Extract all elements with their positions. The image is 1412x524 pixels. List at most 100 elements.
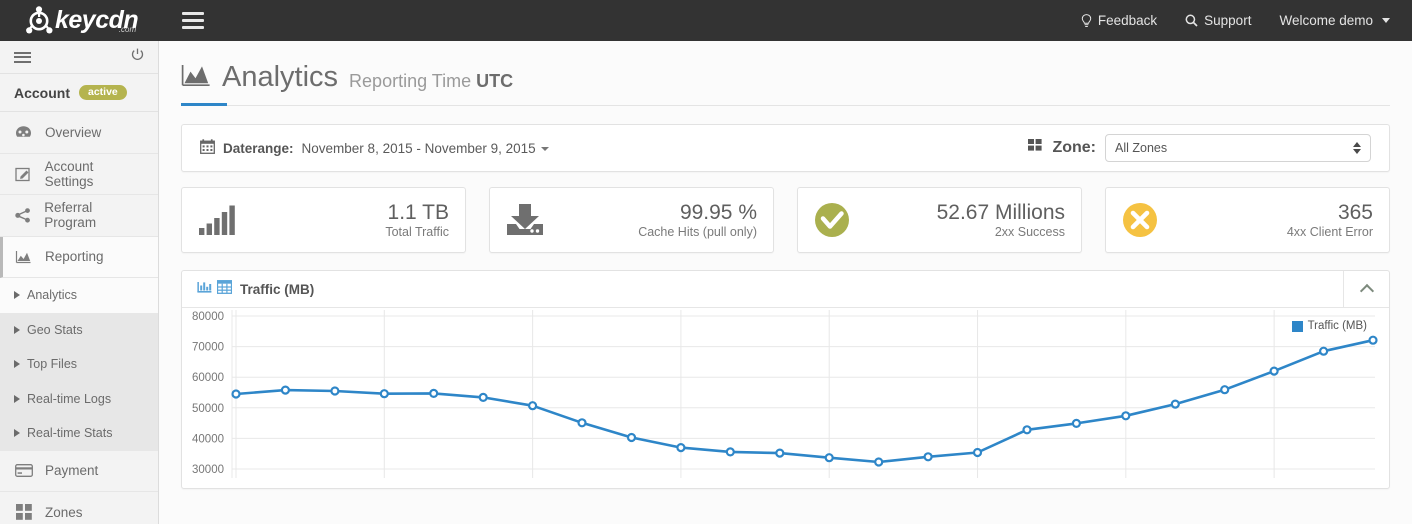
sidebar-item-account-settings[interactable]: Account Settings [0,153,158,195]
sidebar-item-label: Zones [45,504,83,520]
page-subtitle-prefix: Reporting Time [349,71,477,91]
sidebar-item-analytics[interactable]: Analytics [0,278,158,313]
stat-value: 52.67 Millions [936,201,1065,225]
times-circle-icon [1122,202,1166,238]
daterange-label: Daterange: [223,140,294,156]
user-menu[interactable]: Welcome demo [1279,13,1390,28]
hamburger-bar [182,12,205,15]
sidebar-item-realtime-logs[interactable]: Real-time Logs [0,382,158,417]
legend-swatch-traffic [1291,320,1303,332]
search-icon [1185,14,1198,27]
keycdn-logo-icon [24,5,54,36]
chart-icon [14,250,33,264]
power-icon[interactable] [131,48,144,66]
sidebar-item-label: Reporting [45,249,104,265]
chevron-right-icon [14,429,20,438]
chart-collapse-button[interactable] [1343,271,1389,307]
lightbulb-icon [1081,13,1092,28]
chart-panel-header: Traffic (MB) [182,271,1389,308]
sidebar-item-overview[interactable]: Overview [0,112,158,154]
svg-text:70000: 70000 [192,342,224,354]
chevron-right-icon [14,291,20,300]
sidebar-item-payment[interactable]: Payment [0,450,158,492]
sidebar-subitem-label: Real-time Stats [27,426,113,441]
chevron-down-icon [1382,18,1390,23]
status-badge: active [79,84,127,101]
zone-select[interactable]: All Zones [1105,134,1371,162]
stat-value: 1.1 TB [387,201,449,225]
share-icon [14,207,32,223]
zone-select-value: All Zones [1115,141,1168,155]
stat-label: Total Traffic [385,224,449,239]
calendar-icon [200,139,215,157]
download-inbox-icon [506,203,550,237]
sidebar-subitem-label: Analytics [27,288,78,303]
select-spinner-icon [1353,142,1361,154]
sidebar-subitem-label: Top Files [27,357,78,372]
top-navbar: keycdn .com Feedback Support Welcome dem… [0,0,1412,41]
bar-chart-icon[interactable] [197,280,212,299]
sidebar-subitem-label: Geo Stats [27,322,83,337]
page-subtitle: Reporting Time UTC [349,72,513,92]
signal-bars-icon [198,204,242,236]
grid-icon [14,504,33,521]
filter-bar: Daterange: November 8, 2015 - November 9… [181,124,1390,172]
stat-card-total-traffic: 1.1 TB Total Traffic [181,187,466,253]
chevron-right-icon [14,360,20,369]
sidebar: Account active Overview Account Settings [0,41,159,524]
page-subtitle-timezone: UTC [476,71,514,91]
check-circle-icon [814,202,858,238]
feedback-label: Feedback [1097,13,1158,28]
sidebar-item-zones[interactable]: Zones [0,492,158,524]
chart-body: 80000 70000 60000 50000 40000 30000 Traffic (… [182,308,1389,488]
traffic-chart-panel: Traffic (MB) 80000 70000 60000 50000 40000 30… [181,270,1390,489]
edit-icon [14,166,33,182]
chevron-right-icon [14,325,20,334]
zone-label: Zone: [1052,139,1096,156]
feedback-link[interactable]: Feedback [1081,13,1157,28]
svg-text:50000: 50000 [192,403,224,415]
sidebar-collapse-hamburger-icon[interactable] [14,51,31,63]
stat-card-4xx-client-error: 365 4xx Client Error [1105,187,1390,253]
stat-label: Cache Hits (pull only) [638,224,757,239]
hamburger-bar [182,19,205,22]
sidebar-toolbar [0,41,158,74]
chart-title: Traffic (MB) [240,281,315,297]
sidebar-item-realtime-stats[interactable]: Real-time Stats [0,416,158,451]
daterange-text: November 8, 2015 - November 9, 2015 [301,140,536,156]
hamburger-bar [182,26,205,29]
chart-legend: Traffic (MB) [1291,320,1367,332]
user-menu-label: Welcome demo [1279,13,1373,28]
hamburger-bar [14,56,31,58]
chevron-up-icon [1359,283,1374,299]
zone-grid-icon [1028,139,1043,157]
stat-label: 4xx Client Error [1286,224,1373,239]
main-content: Analytics Reporting Time UTC Daterange: … [159,41,1412,524]
svg-text:60000: 60000 [192,372,224,384]
stat-value: 365 [1337,201,1373,225]
chevron-right-icon [14,394,20,403]
sidebar-item-top-files[interactable]: Top Files [0,347,158,382]
stat-value: 99.95 % [679,201,757,225]
brand-logo-area[interactable]: keycdn .com [24,0,139,41]
support-link[interactable]: Support [1185,13,1251,28]
sidebar-item-geo-stats[interactable]: Geo Stats [0,313,158,348]
page-title: Analytics [222,61,339,93]
hamburger-bar [14,51,31,54]
svg-text:80000: 80000 [192,311,224,323]
sidebar-item-reporting[interactable]: Reporting [0,236,158,278]
stat-card-2xx-success: 52.67 Millions 2xx Success [797,187,1082,253]
brand-suffix: .com [118,25,137,34]
support-label: Support [1204,13,1252,28]
area-chart-icon [181,63,211,92]
hamburger-icon[interactable] [182,12,205,29]
sidebar-item-label: Referral Program [44,200,97,231]
page-header: Analytics Reporting Time UTC [181,63,1390,106]
sidebar-item-referral-program[interactable]: Referral Program [0,195,158,237]
credit-card-icon [14,464,33,478]
sidebar-subitem-label: Real-time Logs [27,391,112,406]
stat-label: 2xx Success [994,224,1065,239]
table-icon[interactable] [216,279,233,299]
daterange-value[interactable]: November 8, 2015 - November 9, 2015 [302,141,549,156]
legend-label-traffic: Traffic (MB) [1307,320,1367,332]
